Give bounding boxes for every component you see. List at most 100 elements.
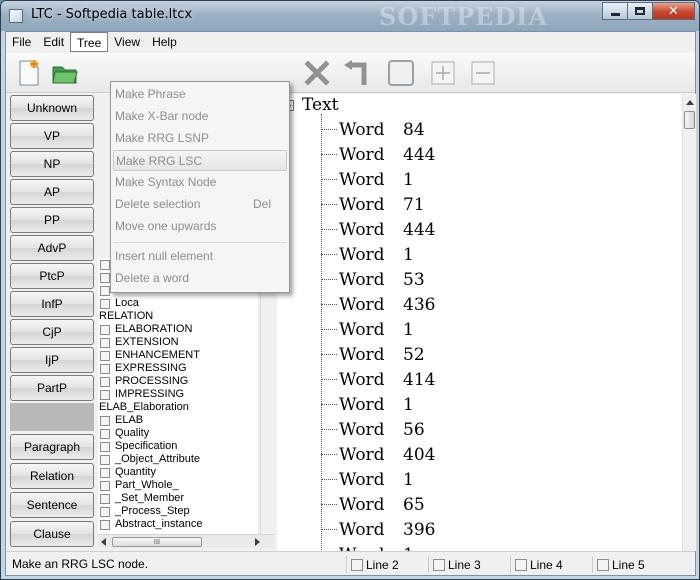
checklist-option[interactable]: ENHANCEMENT bbox=[98, 349, 258, 362]
tag-button[interactable]: AP bbox=[10, 179, 94, 205]
tag-button[interactable]: PP bbox=[10, 207, 94, 233]
tree-word-node[interactable]: Word 396 bbox=[321, 517, 435, 542]
checkbox[interactable] bbox=[100, 272, 110, 283]
checklist-option[interactable]: Quality bbox=[98, 427, 258, 440]
tree-word-node[interactable]: Word1 bbox=[321, 542, 414, 552]
tree-word-node[interactable]: Word 53 bbox=[321, 267, 425, 292]
menu-edit[interactable]: Edit bbox=[37, 32, 70, 52]
checkbox[interactable] bbox=[100, 337, 110, 348]
tree-node-label[interactable]: Word bbox=[339, 420, 403, 440]
tree-word-node[interactable]: Word 52 bbox=[321, 342, 425, 367]
tag-button[interactable]: InfP bbox=[10, 291, 94, 317]
checklist-option[interactable]: EXTENSION bbox=[98, 336, 258, 349]
tag-button[interactable]: PartP bbox=[10, 375, 94, 401]
tree-menu-item[interactable]: Insert null element bbox=[113, 246, 287, 267]
tag-button[interactable]: VP bbox=[10, 123, 94, 149]
tree-menu-item[interactable]: Make Syntax Node bbox=[113, 172, 287, 193]
menu-view[interactable]: View bbox=[108, 32, 146, 52]
tree-node-value[interactable]: 1 bbox=[403, 320, 414, 340]
checkbox[interactable] bbox=[100, 259, 110, 270]
tag-button[interactable]: IjP bbox=[10, 347, 94, 373]
undo-button[interactable] bbox=[340, 58, 370, 88]
minimize-button[interactable] bbox=[602, 2, 628, 20]
tree-node-label[interactable]: Word bbox=[339, 245, 403, 265]
checkbox[interactable] bbox=[100, 324, 110, 335]
menu-file[interactable]: File bbox=[6, 32, 37, 52]
discourse-tag-button[interactable]: Relation bbox=[10, 463, 94, 489]
checkbox[interactable] bbox=[100, 298, 110, 309]
checkbox[interactable] bbox=[100, 519, 110, 530]
checklist-option[interactable]: Part_Whole_ bbox=[98, 479, 258, 492]
scroll-up-arrow-icon[interactable] bbox=[686, 100, 694, 105]
checkbox[interactable] bbox=[100, 415, 110, 426]
checklist-horizontal-scrollbar[interactable]: III bbox=[98, 534, 274, 548]
tree-word-node[interactable]: Word 404 bbox=[321, 442, 435, 467]
tree-menu-item[interactable]: Make X-Bar node bbox=[113, 106, 287, 127]
tree-node-label[interactable]: Word bbox=[339, 445, 403, 465]
checklist-option[interactable]: Quantity bbox=[98, 466, 258, 479]
tree-node-value[interactable]: 84 bbox=[403, 120, 425, 140]
tree-node-value[interactable]: 65 bbox=[403, 495, 425, 515]
tree-word-node[interactable]: Word 56 bbox=[321, 417, 425, 442]
checkbox[interactable] bbox=[100, 428, 110, 439]
expand-button[interactable] bbox=[428, 58, 458, 88]
checklist-option[interactable]: EXPRESSING bbox=[98, 362, 258, 375]
checkbox[interactable] bbox=[100, 350, 110, 361]
checkbox[interactable] bbox=[100, 285, 110, 296]
tree-scroll-thumb[interactable] bbox=[684, 111, 695, 129]
tag-button[interactable]: CjP bbox=[10, 319, 94, 345]
tree-menu-item[interactable]: Make RRG LSNP bbox=[113, 128, 287, 149]
discourse-tag-button[interactable]: Sentence bbox=[10, 492, 94, 518]
collapse-button[interactable] bbox=[468, 58, 498, 88]
tree-menu-item[interactable]: Delete selection Del bbox=[113, 194, 287, 215]
tree-node-value[interactable]: 1 bbox=[403, 470, 414, 490]
checklist-option[interactable]: PROCESSING bbox=[98, 375, 258, 388]
tree-node-label[interactable]: Word bbox=[339, 170, 403, 190]
checklist-option[interactable]: IMPRESSING bbox=[98, 388, 258, 401]
tree-node-label[interactable]: Word bbox=[339, 345, 403, 365]
tree-node-value[interactable]: 1 bbox=[403, 245, 414, 265]
tree-node-value[interactable]: 444 bbox=[403, 145, 435, 165]
tree-node-label[interactable]: Word bbox=[339, 520, 403, 540]
tree-node-label[interactable]: Word bbox=[339, 195, 403, 215]
delete-node-button[interactable] bbox=[302, 58, 332, 88]
maximize-button[interactable] bbox=[627, 2, 653, 20]
checklist-option[interactable]: Abstract_instance bbox=[98, 518, 258, 531]
tree-word-node[interactable]: Word 71 bbox=[321, 192, 425, 217]
checklist-option[interactable]: Specification bbox=[98, 440, 258, 453]
tree-word-node[interactable]: Word 444 bbox=[321, 142, 435, 167]
checklist-option[interactable]: _Set_Member bbox=[98, 492, 258, 505]
tree-word-node[interactable]: Word 84 bbox=[321, 117, 425, 142]
tree-vertical-scrollbar[interactable] bbox=[682, 94, 696, 551]
tree-node-value[interactable]: 56 bbox=[403, 420, 425, 440]
tag-button[interactable]: PtcP bbox=[10, 263, 94, 289]
tree-word-node[interactable]: Word1 bbox=[321, 167, 414, 192]
tree-node-label[interactable]: Word bbox=[339, 470, 403, 490]
checkbox[interactable] bbox=[100, 506, 110, 517]
tree-node-label[interactable]: Word bbox=[339, 120, 403, 140]
open-document-button[interactable] bbox=[50, 58, 80, 88]
tag-button[interactable]: Unknown bbox=[10, 95, 94, 121]
tree-word-node[interactable]: Word1 bbox=[321, 467, 414, 492]
discourse-tag-button[interactable]: Clause bbox=[10, 521, 94, 547]
tree-node-value[interactable]: 436 bbox=[403, 295, 435, 315]
tree-node-label[interactable]: Word bbox=[339, 370, 403, 390]
tree-node-label[interactable]: Word bbox=[339, 220, 403, 240]
checklist-option[interactable]: _Process_Step bbox=[98, 505, 258, 518]
tree-word-node[interactable]: Word 414 bbox=[321, 367, 435, 392]
line-4-toggle[interactable]: Line 4 bbox=[510, 556, 563, 573]
scroll-left-arrow-icon[interactable] bbox=[101, 538, 106, 546]
menu-tree[interactable]: Tree bbox=[70, 32, 109, 52]
tree-node-value[interactable]: 53 bbox=[403, 270, 425, 290]
tree-node-value[interactable]: 1 bbox=[403, 170, 414, 190]
tree-menu-item[interactable]: Make RRG LSC bbox=[113, 150, 287, 171]
line-5-toggle[interactable]: Line 5 bbox=[592, 556, 645, 573]
checkbox[interactable] bbox=[100, 480, 110, 491]
tree-root-node[interactable]: Text bbox=[283, 95, 339, 115]
tree-word-node[interactable]: Word1 bbox=[321, 242, 414, 267]
tree-word-node[interactable]: Word1 bbox=[321, 317, 414, 342]
tree-node-label[interactable]: Word bbox=[339, 145, 403, 165]
tag-button[interactable]: AdvP bbox=[10, 235, 94, 261]
discourse-tag-button[interactable]: Paragraph bbox=[10, 434, 94, 460]
line-3-toggle[interactable]: Line 3 bbox=[428, 556, 481, 573]
